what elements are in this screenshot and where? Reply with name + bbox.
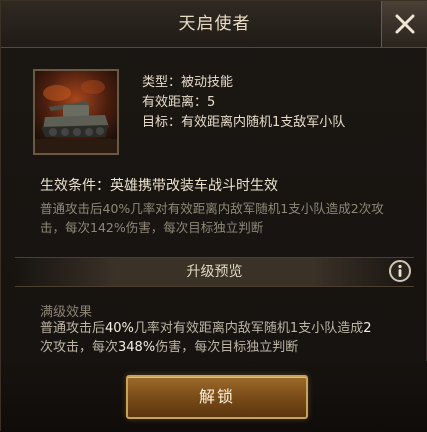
effect-desc-line-2: 击，每次142%伤害，每次目标独立判断 (40, 220, 264, 235)
skill-dialog: 天启使者 类型：被动技能 有效距离：5 目标：有效距离内随机1支敌军小队 生效条… (0, 0, 427, 432)
max-level-desc-line-1: 普通攻击后40%几率对有效距离内敌军随机1支小队造成2 (40, 319, 371, 338)
skill-target: 目标：有效距离内随机1支敌军小队 (142, 115, 346, 130)
max-desc-text: 次攻击，每次 (40, 340, 119, 355)
max-level-label: 满级效果 (40, 305, 93, 320)
unlock-button[interactable]: 解锁 (126, 375, 308, 419)
title-bar: 天启使者 (1, 1, 427, 48)
close-button[interactable] (381, 1, 427, 47)
max-level-desc-line-2: 次攻击，每次348%伤害，每次目标独立判断 (40, 338, 298, 357)
max-desc-value: 348% (118, 340, 156, 355)
skill-type: 类型：被动技能 (142, 75, 234, 90)
effect-desc-line-1: 普通攻击后40%几率对有效距离内敌军随机1支小队造成2次攻 (40, 201, 384, 216)
max-desc-value: 40% (105, 321, 134, 336)
unlock-button-label: 解锁 (198, 387, 235, 406)
effect-condition-title: 生效条件：英雄携带改装车战斗时生效 (40, 178, 278, 194)
skill-range: 有效距离：5 (142, 95, 216, 110)
max-desc-value: 2 (363, 321, 372, 336)
close-icon (395, 14, 415, 34)
dialog-title: 天启使者 (178, 14, 251, 34)
max-desc-text: 普通攻击后 (40, 321, 106, 336)
max-desc-text: 几率对有效距离内敌军随机1支小队造成 (133, 321, 364, 336)
upgrade-preview-title: 升级预览 (186, 264, 243, 280)
info-button[interactable] (389, 260, 411, 282)
max-desc-text: 伤害，每次目标独立判断 (155, 340, 299, 355)
info-icon (398, 264, 402, 277)
upgrade-preview-header: 升级预览 (15, 257, 414, 287)
tank-skill-icon (33, 69, 119, 155)
